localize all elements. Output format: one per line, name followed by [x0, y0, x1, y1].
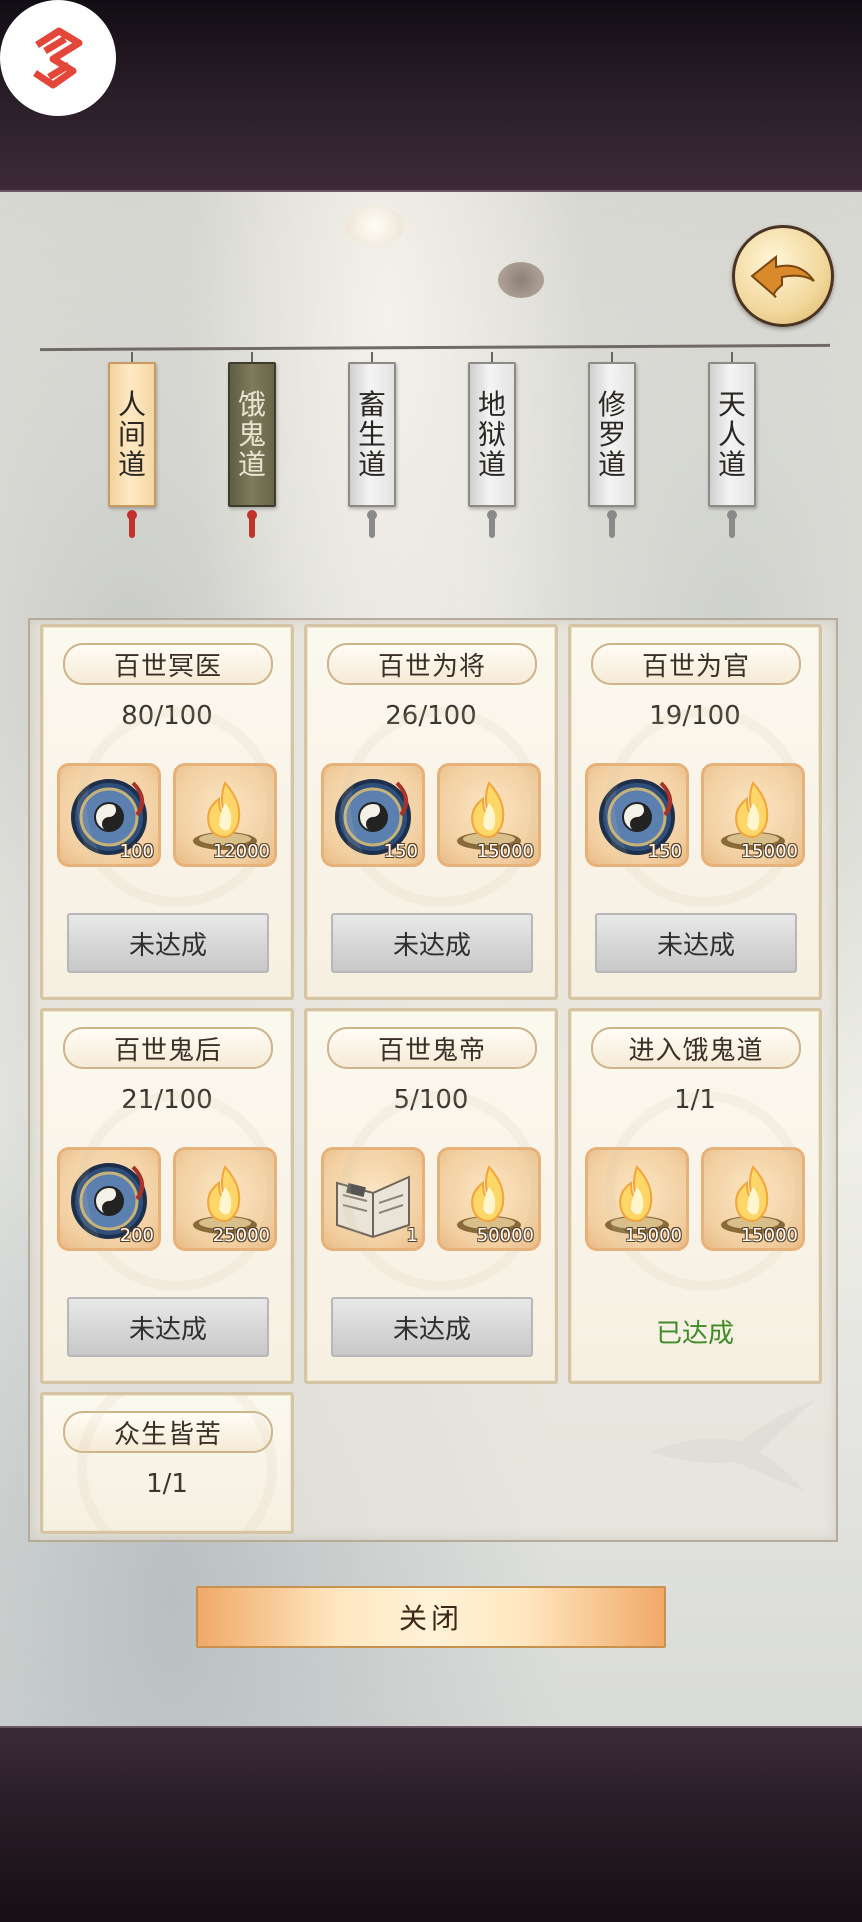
reward-item[interactable]: 150 [321, 763, 425, 867]
claim-button[interactable]: 未达成 [331, 913, 533, 973]
soul-fire-icon [440, 766, 538, 864]
card-title: 百世为官 [591, 643, 801, 685]
achievement-card: 进入饿鬼道 1/1 15000 15000 已达成 [568, 1008, 822, 1384]
card-title: 百世鬼帝 [327, 1027, 537, 1069]
soul-fire-icon [704, 1150, 802, 1248]
achievement-card: 百世鬼后 21/100 200 25000 未达成 [40, 1008, 294, 1384]
achievement-card: 百世为官 19/100 150 15000 未达成 [568, 624, 822, 1000]
reward-quantity: 15000 [740, 841, 798, 862]
soul-fire-icon [588, 1150, 686, 1248]
reward-quantity: 100 [119, 841, 154, 862]
reward-quantity: 15000 [476, 841, 534, 862]
moon-decoration [345, 206, 405, 246]
tab-label: 人间道 [108, 362, 156, 507]
claim-button[interactable]: 未达成 [67, 913, 269, 973]
claim-button[interactable]: 未达成 [331, 1297, 533, 1357]
tab-realm-3[interactable]: 地狱道 [468, 352, 516, 538]
card-title: 百世为将 [327, 643, 537, 685]
scripture-book-icon [324, 1150, 422, 1248]
reward-item[interactable]: 15000 [701, 1147, 805, 1251]
achievement-panel: 百世冥医 80/100 100 12000 未达成 百世为将 26/100 150 15000 未… [28, 618, 838, 1542]
achievement-card: 众生皆苦 1/1 [40, 1392, 294, 1534]
reward-quantity: 1 [406, 1225, 418, 1246]
reward-item[interactable]: 15000 [585, 1147, 689, 1251]
reward-item[interactable]: 15000 [701, 763, 805, 867]
claim-button[interactable]: 未达成 [67, 1297, 269, 1357]
tassel-icon [726, 510, 738, 538]
achievement-card: 百世鬼帝 5/100 1 50000 未达成 [304, 1008, 558, 1384]
achievement-card: 百世冥医 80/100 100 12000 未达成 [40, 624, 294, 1000]
card-progress: 19/100 [649, 701, 741, 731]
tab-realm-1[interactable]: 饿鬼道 [228, 352, 276, 538]
card-progress: 1/1 [674, 1085, 716, 1115]
taiji-compass-icon [60, 1150, 158, 1248]
claim-button[interactable]: 未达成 [595, 913, 797, 973]
soul-fire-icon [176, 1150, 274, 1248]
tassel-icon [126, 510, 138, 538]
tassel-icon [486, 510, 498, 538]
reward-quantity: 150 [383, 841, 418, 862]
taiji-compass-icon [324, 766, 422, 864]
card-progress: 21/100 [121, 1085, 213, 1115]
reward-quantity: 12000 [212, 841, 270, 862]
reward-item[interactable]: 200 [57, 1147, 161, 1251]
achieved-status: 已达成 [655, 1319, 734, 1349]
reward-quantity: 200 [119, 1225, 154, 1246]
tab-label: 地狱道 [468, 362, 516, 507]
tab-label: 天人道 [708, 362, 756, 507]
tassel-icon [606, 510, 618, 538]
taiji-compass-icon [60, 766, 158, 864]
tassel-icon [246, 510, 258, 538]
back-button[interactable] [732, 225, 834, 327]
soul-fire-icon [440, 1150, 538, 1248]
tab-label: 饿鬼道 [228, 362, 276, 507]
tab-label: 修罗道 [588, 362, 636, 507]
soul-fire-icon [704, 766, 802, 864]
reward-item[interactable]: 150 [585, 763, 689, 867]
reward-item[interactable]: 15000 [437, 763, 541, 867]
reward-quantity: 150 [647, 841, 682, 862]
close-button[interactable]: 关闭 [196, 1586, 666, 1648]
achievement-card: 百世为将 26/100 150 15000 未达成 [304, 624, 558, 1000]
card-progress: 80/100 [121, 701, 213, 731]
reward-quantity: 15000 [624, 1225, 682, 1246]
tab-realm-5[interactable]: 天人道 [708, 352, 756, 538]
reward-item[interactable]: 25000 [173, 1147, 277, 1251]
reward-item[interactable]: 12000 [173, 763, 277, 867]
card-progress: 5/100 [393, 1085, 469, 1115]
card-title: 百世鬼后 [63, 1027, 273, 1069]
taiji-compass-icon [588, 766, 686, 864]
tab-realm-4[interactable]: 修罗道 [588, 352, 636, 538]
back-arrow-icon [750, 254, 815, 298]
moon-shadow-decoration [498, 262, 544, 298]
reward-quantity: 25000 [212, 1225, 270, 1246]
reward-item[interactable]: 100 [57, 763, 161, 867]
tab-realm-0[interactable]: 人间道 [108, 352, 156, 538]
card-title: 进入饿鬼道 [591, 1027, 801, 1069]
tassel-icon [366, 510, 378, 538]
soul-fire-icon [176, 766, 274, 864]
card-title: 百世冥医 [63, 643, 273, 685]
reward-quantity: 50000 [476, 1225, 534, 1246]
top-bar [0, 0, 862, 192]
app-logo-icon [0, 0, 116, 116]
card-title: 众生皆苦 [63, 1411, 273, 1453]
reward-item[interactable]: 50000 [437, 1147, 541, 1251]
reward-item[interactable]: 1 [321, 1147, 425, 1251]
card-progress: 26/100 [385, 701, 477, 731]
tab-label: 畜生道 [348, 362, 396, 507]
bottom-bar [0, 1726, 862, 1922]
tab-realm-2[interactable]: 畜生道 [348, 352, 396, 538]
reward-quantity: 15000 [740, 1225, 798, 1246]
card-progress: 1/1 [146, 1469, 188, 1499]
